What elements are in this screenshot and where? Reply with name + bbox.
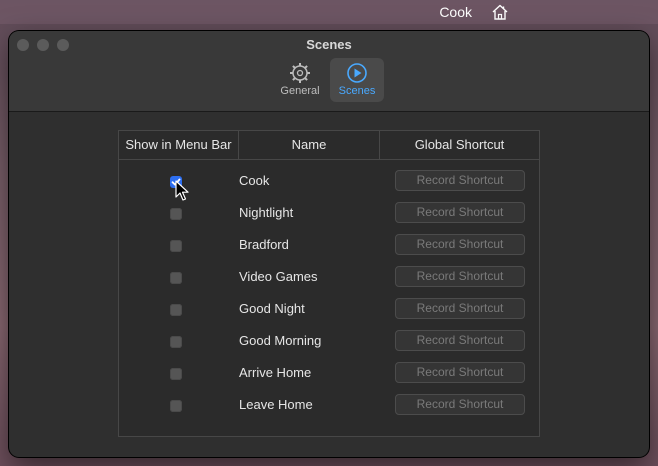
title-bar: Scenes General Scenes	[9, 31, 649, 112]
table-row: Leave Home Record Shortcut	[119, 390, 539, 422]
show-in-menu-bar-checkbox[interactable]	[170, 336, 182, 348]
table-row: Bradford Record Shortcut	[119, 230, 539, 262]
table-row: Arrive Home Record Shortcut	[119, 358, 539, 390]
menu-bar-scene-label[interactable]: Cook	[439, 4, 472, 20]
scene-name: Bradford	[239, 237, 289, 252]
show-in-menu-bar-checkbox[interactable]	[170, 400, 182, 412]
record-shortcut-button[interactable]: Record Shortcut	[395, 266, 525, 287]
column-header-name[interactable]: Name	[239, 131, 380, 159]
table-row: Video Games Record Shortcut	[119, 262, 539, 294]
play-circle-icon	[347, 63, 367, 83]
record-shortcut-button[interactable]: Record Shortcut	[395, 362, 525, 383]
table-header: Show in Menu Bar Name Global Shortcut	[119, 131, 539, 160]
scene-name: Good Morning	[239, 333, 322, 348]
menu-bar: Cook	[0, 0, 658, 24]
record-shortcut-button[interactable]: Record Shortcut	[395, 330, 525, 351]
show-in-menu-bar-checkbox[interactable]	[170, 240, 182, 252]
record-shortcut-button[interactable]: Record Shortcut	[395, 234, 525, 255]
scene-name: Leave Home	[239, 397, 313, 412]
home-icon[interactable]	[491, 3, 509, 21]
gear-icon	[290, 63, 310, 83]
table-row: Good Morning Record Shortcut	[119, 326, 539, 358]
show-in-menu-bar-checkbox[interactable]	[170, 272, 182, 284]
scene-name: Video Games	[239, 269, 318, 284]
table-body: Cook Record Shortcut Nightlight Record S…	[119, 166, 539, 422]
scene-name: Arrive Home	[239, 365, 312, 380]
show-in-menu-bar-checkbox[interactable]	[170, 208, 182, 220]
record-shortcut-button[interactable]: Record Shortcut	[395, 170, 525, 191]
preferences-window: Scenes General Scenes Show in Menu Bar N…	[9, 31, 649, 457]
scenes-table: Show in Menu Bar Name Global Shortcut Co…	[118, 130, 540, 437]
scene-name: Cook	[239, 173, 270, 188]
scene-name: Nightlight	[239, 205, 294, 220]
table-row: Nightlight Record Shortcut	[119, 198, 539, 230]
tab-scenes[interactable]: Scenes	[330, 58, 384, 102]
tab-general[interactable]: General	[273, 58, 327, 102]
record-shortcut-button[interactable]: Record Shortcut	[395, 298, 525, 319]
show-in-menu-bar-checkbox[interactable]	[170, 304, 182, 316]
record-shortcut-button[interactable]: Record Shortcut	[395, 202, 525, 223]
tab-general-label: General	[280, 85, 320, 97]
record-shortcut-button[interactable]: Record Shortcut	[395, 394, 525, 415]
column-header-show-in-menu-bar[interactable]: Show in Menu Bar	[119, 131, 239, 159]
window-title: Scenes	[306, 37, 352, 52]
table-row: Good Night Record Shortcut	[119, 294, 539, 326]
scene-name: Good Night	[239, 301, 305, 316]
mouse-pointer-icon	[175, 180, 189, 201]
show-in-menu-bar-checkbox[interactable]	[170, 368, 182, 380]
column-header-global-shortcut[interactable]: Global Shortcut	[380, 131, 539, 159]
tab-scenes-label: Scenes	[338, 85, 376, 97]
